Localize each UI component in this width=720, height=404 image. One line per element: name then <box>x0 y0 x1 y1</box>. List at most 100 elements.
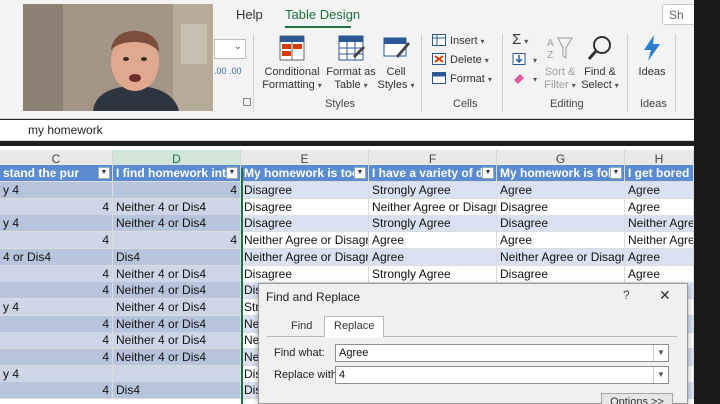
table-cell[interactable]: Neither Agree or Disagree <box>241 248 369 266</box>
table-cell[interactable]: 4 <box>113 232 241 250</box>
table-cell[interactable]: y 4 <box>0 365 113 383</box>
table-cell[interactable]: Disagree <box>241 215 369 233</box>
table-cell[interactable]: Neither Agree <box>625 215 694 233</box>
table-cell[interactable]: Disagree <box>497 265 625 283</box>
table-cell[interactable]: Agree <box>625 248 694 266</box>
tab-help[interactable]: Help <box>236 7 263 22</box>
table-cell[interactable]: Neither 4 or Dis4 <box>113 298 241 316</box>
font-size-dropdown[interactable]: ⌄ <box>214 39 246 59</box>
format-as-table-button[interactable]: Format as Table ▾ <box>325 34 377 92</box>
table-cell[interactable]: y 4 <box>0 182 113 199</box>
table-header-cell[interactable]: I get bored w <box>625 165 694 182</box>
replace-with-input[interactable]: 4 ▼ <box>335 366 669 384</box>
table-cell[interactable]: 4 <box>0 315 113 333</box>
table-cell[interactable]: Neither 4 or Dis4 <box>113 332 241 350</box>
chevron-down-icon[interactable]: ▼ <box>653 367 668 383</box>
table-cell[interactable]: Neither Agree or Disagree <box>497 248 625 266</box>
table-header-cell[interactable]: I find homework inte ▼ <box>113 165 241 182</box>
table-cell[interactable]: Neither Agree <box>625 232 694 250</box>
lightning-icon <box>644 35 660 61</box>
table-cell[interactable]: Neither Agree or Disagree <box>369 198 497 216</box>
sort-filter-button[interactable]: A Z Sort & Filter ▾ <box>540 34 580 92</box>
help-icon[interactable]: ? <box>623 288 630 302</box>
find-select-button[interactable]: Find & Select ▾ <box>580 34 620 92</box>
table-cell[interactable]: y 4 <box>0 298 113 316</box>
options-button[interactable]: Options >> <box>601 393 673 404</box>
table-cell[interactable]: 4 or Dis4 <box>0 248 113 266</box>
autosum-button[interactable]: Σ ▾ <box>512 31 528 49</box>
tab-replace[interactable]: Replace <box>324 316 385 338</box>
table-cell[interactable]: Disagree <box>241 198 369 216</box>
table-cell[interactable]: Strongly Agree <box>369 215 497 233</box>
fill-button[interactable]: ▾ <box>512 51 537 69</box>
dialog-launcher-icon[interactable] <box>243 98 251 106</box>
ideas-button[interactable]: Ideas <box>635 34 669 79</box>
table-cell[interactable]: Disagree <box>497 215 625 233</box>
formula-bar[interactable]: my homework <box>0 120 694 141</box>
table-cell[interactable]: Agree <box>369 248 497 266</box>
editing-group-label: Editing <box>550 98 584 110</box>
table-cell[interactable]: Agree <box>625 198 694 216</box>
table-row: 4 Neither 4 or Dis4 Disagree Neither Agree … <box>0 198 694 216</box>
table-cell[interactable]: 4 <box>0 198 113 216</box>
table-cell[interactable]: Neither 4 or Dis4 <box>113 315 241 333</box>
table-cell[interactable]: Agree <box>369 232 497 250</box>
table-header-row: stand the pur ▼ I find homework inte ▼ My … <box>0 165 694 182</box>
filter-dropdown-icon[interactable]: ▼ <box>98 167 110 179</box>
table-header-cell[interactable]: stand the pur ▼ <box>0 165 113 182</box>
table-cell[interactable]: 4 <box>0 232 113 250</box>
insert-button[interactable]: Insert ▾ <box>432 32 485 50</box>
tab-find[interactable]: Find <box>282 317 321 337</box>
table-cell[interactable]: 4 <box>0 332 113 350</box>
conditional-formatting-button[interactable]: Conditional Formatting ▾ <box>262 34 322 92</box>
table-cell[interactable] <box>113 365 241 383</box>
clear-button[interactable]: ▾ <box>512 70 537 88</box>
styles-group-label: Styles <box>325 98 355 110</box>
table-cell[interactable]: 4 <box>113 182 241 199</box>
table-cell[interactable]: 4 <box>0 382 113 400</box>
table-cell[interactable]: Neither 4 or Dis4 <box>113 349 241 366</box>
table-cell[interactable]: 4 <box>0 282 113 300</box>
table-header-cell[interactable]: My homework is too ▼ <box>241 165 369 182</box>
chevron-down-icon[interactable]: ▼ <box>653 345 668 361</box>
filter-dropdown-icon[interactable]: ▼ <box>610 167 622 179</box>
filter-dropdown-icon[interactable]: ▼ <box>354 167 366 179</box>
table-cell[interactable]: Agree <box>625 265 694 283</box>
table-cell[interactable]: Strongly Agree <box>369 265 497 283</box>
table-cell[interactable]: Neither 4 or Dis4 <box>113 215 241 233</box>
table-header-cell[interactable]: My homework is follo ▼ <box>497 165 625 182</box>
table-cell[interactable]: Agree <box>625 182 694 199</box>
table-cell[interactable]: Disagree <box>241 265 369 283</box>
delete-button[interactable]: Delete ▾ <box>432 51 489 69</box>
table-cell[interactable]: 4 <box>0 349 113 366</box>
table-cell[interactable]: Disagree <box>241 182 369 199</box>
svg-text:Z: Z <box>547 50 553 61</box>
cell-styles-button[interactable]: Cell Styles ▾ <box>375 34 417 92</box>
tab-table-design[interactable]: Table Design <box>285 7 360 22</box>
table-row: 4 or Dis4 Dis4 Neither Agree or Disagree Ag… <box>0 248 694 266</box>
table-cell[interactable]: Dis4 <box>113 248 241 266</box>
table-cell[interactable]: Agree <box>497 232 625 250</box>
table-cell[interactable]: Strongly Agree <box>369 182 497 199</box>
cells-group-label: Cells <box>453 98 478 110</box>
table-cell[interactable]: Agree <box>497 182 625 199</box>
close-icon[interactable]: ✕ <box>659 287 671 304</box>
decimal-buttons[interactable]: .00 .00 <box>214 66 254 82</box>
table-header-cell[interactable]: I have a variety of dif ▼ <box>369 165 497 182</box>
table-row: y 4 Neither 4 or Dis4 Disagree Strongly Agr… <box>0 215 694 233</box>
table-cell[interactable]: y 4 <box>0 215 113 233</box>
find-what-input[interactable]: Agree ▼ <box>335 344 669 362</box>
separator <box>502 34 503 112</box>
filter-dropdown-icon[interactable]: ▼ <box>482 167 494 179</box>
share-button[interactable]: Sh <box>662 4 696 25</box>
filter-dropdown-icon[interactable]: ▼ <box>226 167 238 179</box>
format-button[interactable]: Format ▾ <box>432 70 492 88</box>
table-cell[interactable]: Neither 4 or Dis4 <box>113 198 241 216</box>
table-cell[interactable]: Neither Agree or Disagree <box>241 232 369 250</box>
table-cell[interactable]: Dis4 <box>113 382 241 400</box>
format-as-table-icon <box>338 35 365 61</box>
table-cell[interactable]: Neither 4 or Dis4 <box>113 282 241 300</box>
table-cell[interactable]: Disagree <box>497 198 625 216</box>
table-cell[interactable]: 4 <box>0 265 113 283</box>
table-cell[interactable]: Neither 4 or Dis4 <box>113 265 241 283</box>
